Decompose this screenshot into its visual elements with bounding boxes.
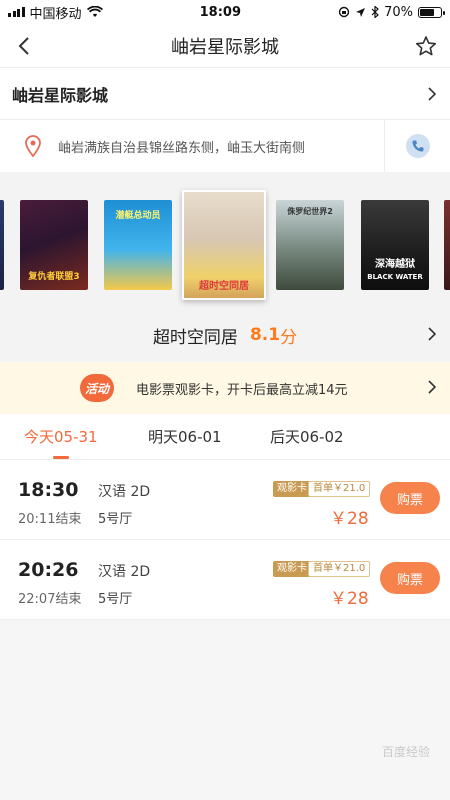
showtime-start: 20:26 [18,559,79,581]
signal-icon [8,7,25,17]
poster-item-selected[interactable]: 超时空同居 [182,190,266,300]
rotation-lock-icon [338,6,350,18]
bluetooth-icon [371,6,379,18]
showtime-end: 22:07结束 [18,592,82,607]
showtime-row[interactable]: 18:30 20:11结束 汉语 2D 5号厅 观影卡 首单￥21.0 ￥28 … [0,460,450,540]
chevron-right-icon [428,327,436,341]
buy-ticket-button[interactable]: 购票 [380,482,440,514]
tab-tomorrow[interactable]: 明天06-01 [148,426,270,447]
battery-percent: 70% [384,4,413,20]
first-order-tag: 首单￥21.0 [308,481,371,497]
movie-score-unit: 分 [280,327,298,348]
poster-subtitle: BLACK WATER [367,273,423,281]
watermark: 百度经验 [381,745,430,759]
phone-icon [405,134,430,158]
card-tag: 观影卡 [273,561,311,577]
page-title: 岫岩星际影城 [171,36,279,58]
wifi-icon [86,6,103,17]
chevron-right-icon [428,86,436,101]
tab-day-after[interactable]: 后天06-02 [270,426,344,447]
poster-item[interactable]: 潜艇总动员 [104,200,172,290]
favorite-button[interactable] [414,34,438,58]
poster-item[interactable]: 深海越狱 BLACK WATER [361,200,429,290]
showtime-language: 汉语 2D [98,564,151,580]
poster-title: 深海越狱 [375,259,415,270]
back-button[interactable] [12,34,36,58]
cinema-name: 岫岩星际影城 [12,85,109,105]
first-order-tag: 首单￥21.0 [308,561,371,577]
promo-text: 电影票观影卡，开卡后最高立减14元 [136,382,348,398]
cinema-info-row[interactable]: 岫岩星际影城 [0,68,450,120]
poster-item[interactable]: 复仇者联盟3 [20,200,88,290]
chevron-right-icon [428,380,436,394]
phone-button[interactable] [384,120,450,172]
showtime-hall: 5号厅 [98,512,133,527]
promo-banner[interactable]: 活动 电影票观影卡，开卡后最高立减14元 [0,362,450,414]
star-icon [415,36,437,56]
poster-carousel[interactable]: 复仇者联盟3 潜艇总动员 超时空同居 侏罗纪世界2 深海越狱 BLACK WAT… [0,172,450,308]
carrier-label: 中国移动 [29,6,82,22]
status-time: 18:09 [199,4,241,20]
poster-title: 侏罗纪世界2 [287,207,333,216]
status-bar: 中国移动 18:09 70% [0,0,450,24]
showtime-language: 汉语 2D [98,484,151,500]
poster-edge-left[interactable] [0,200,4,290]
showtime-end: 20:11结束 [18,512,82,527]
showtime-row[interactable]: 20:26 22:07结束 汉语 2D 5号厅 观影卡 首单￥21.0 ￥28 … [0,540,450,620]
address-row: 岫岩满族自治县锦丝路东侧，岫玉大街南侧 [0,120,450,172]
promo-badge: 活动 [80,374,114,402]
card-tag: 观影卡 [273,481,311,497]
location-arrow-icon [356,7,366,17]
movie-info-row[interactable]: 超时空同居 8.1 分 [0,308,450,362]
showtime-hall: 5号厅 [98,592,133,607]
active-tab-indicator [53,456,69,459]
movie-title: 超时空同居 [152,327,238,348]
tab-today[interactable]: 今天05-31 [24,426,148,447]
showtime-price: ￥28 [330,589,369,609]
poster-title: 潜艇总动员 [115,211,161,221]
poster-item[interactable]: 侏罗纪世界2 [276,200,344,290]
showtime-start: 18:30 [18,479,79,501]
nav-bar: 岫岩星际影城 [0,24,450,68]
showtime-price: ￥28 [330,509,369,529]
battery-icon [418,6,445,18]
poster-title: 超时空同居 [199,281,249,292]
movie-score: 8.1 [249,325,281,345]
location-pin-icon [25,135,41,157]
chevron-left-icon [18,37,29,55]
poster-title: 复仇者联盟3 [28,272,80,282]
buy-ticket-button[interactable]: 购票 [380,562,440,594]
cinema-address: 岫岩满族自治县锦丝路东侧，岫玉大街南侧 [58,140,306,156]
poster-edge-right[interactable] [444,200,450,290]
date-tabs: 今天05-31 明天06-01 后天06-02 [0,414,450,460]
